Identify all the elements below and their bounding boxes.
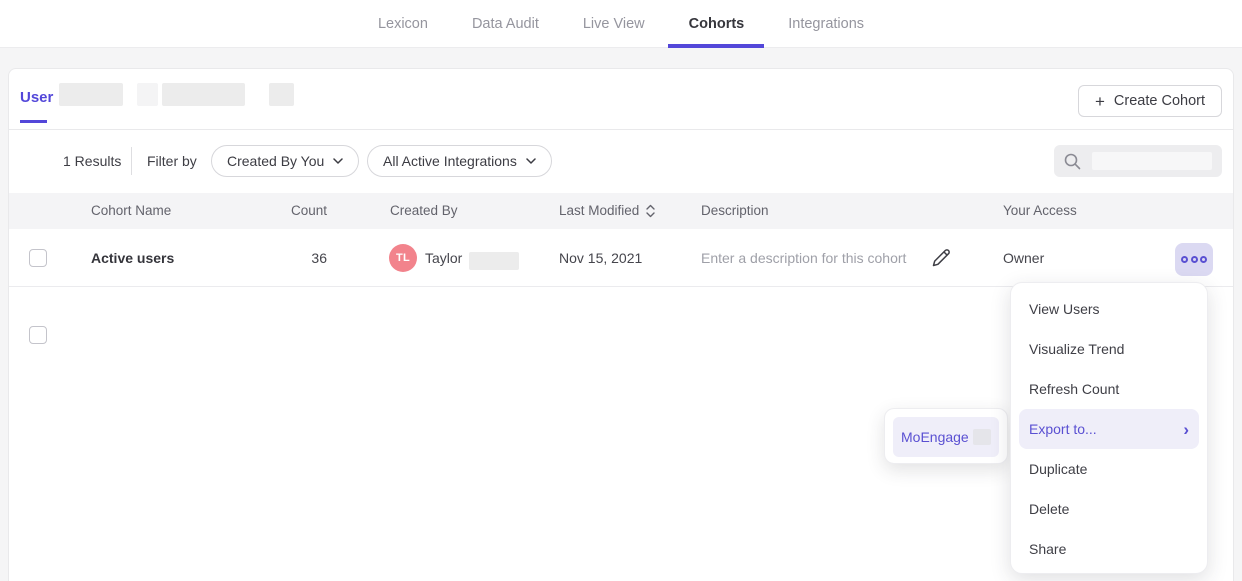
table-header-row: Cohort Name Count Created By Last Modifi… xyxy=(9,193,1233,229)
cohort-context-menu: View Users Visualize Trend Refresh Count… xyxy=(1010,282,1208,574)
results-count: 1 Results xyxy=(63,153,121,169)
created-by-filter-dropdown[interactable]: Created By You xyxy=(211,145,359,177)
column-header-count[interactable]: Count xyxy=(249,203,327,218)
more-options-icon xyxy=(1191,256,1198,263)
tab-lexicon[interactable]: Lexicon xyxy=(378,0,428,48)
chevron-down-icon xyxy=(333,158,343,164)
last-modified-date: Nov 15, 2021 xyxy=(559,250,642,266)
user-tab-underline xyxy=(20,120,47,123)
divider xyxy=(131,147,132,175)
sort-icon[interactable] xyxy=(646,204,655,218)
column-header-your-access: Your Access xyxy=(1003,203,1077,218)
menu-item-view-users[interactable]: View Users xyxy=(1019,289,1199,329)
menu-item-label: View Users xyxy=(1029,289,1100,329)
menu-item-label: Delete xyxy=(1029,489,1069,529)
menu-item-refresh-count[interactable]: Refresh Count xyxy=(1019,369,1199,409)
tab-live-view[interactable]: Live View xyxy=(583,0,645,48)
redacted-tab xyxy=(269,83,294,106)
tab-label: Live View xyxy=(583,16,645,32)
chevron-right-icon: › xyxy=(1183,421,1189,438)
search-input[interactable] xyxy=(1054,145,1222,177)
last-modified-label: Last Modified xyxy=(559,203,639,218)
integrations-filter-value: All Active Integrations xyxy=(383,153,517,169)
description-placeholder[interactable]: Enter a description for this cohort xyxy=(701,250,906,266)
top-navigation: Lexicon Data Audit Live View Cohorts Int… xyxy=(0,0,1242,48)
tabs-divider xyxy=(9,129,1233,130)
tab-label: Cohorts xyxy=(689,16,745,32)
row-checkbox[interactable] xyxy=(29,249,47,267)
redacted-creator-surname xyxy=(469,252,519,270)
redacted-tab xyxy=(59,83,123,106)
menu-item-export-to[interactable]: Export to... › xyxy=(1019,409,1199,449)
active-tab-underline xyxy=(668,44,764,48)
tab-label: Integrations xyxy=(788,16,864,32)
plus-icon: + xyxy=(1095,93,1105,110)
export-submenu: MoEngage xyxy=(884,408,1008,464)
create-cohort-label: Create Cohort xyxy=(1114,93,1205,109)
column-header-last-modified[interactable]: Last Modified xyxy=(559,203,655,218)
menu-item-label: Export to... xyxy=(1029,409,1097,449)
menu-item-label: Share xyxy=(1029,529,1066,569)
menu-item-visualize-trend[interactable]: Visualize Trend xyxy=(1019,329,1199,369)
menu-item-share[interactable]: Share xyxy=(1019,529,1199,569)
column-header-description: Description xyxy=(701,203,769,218)
chevron-down-icon xyxy=(526,158,536,164)
tab-label: Data Audit xyxy=(472,16,539,32)
submenu-item-moengage[interactable]: MoEngage xyxy=(893,417,999,457)
column-header-cohort-name[interactable]: Cohort Name xyxy=(91,203,171,218)
row-actions-button[interactable] xyxy=(1175,243,1213,276)
filter-by-label: Filter by xyxy=(147,153,197,169)
table-row: Active users 36 TL Taylor Nov 15, 2021 E… xyxy=(9,229,1233,287)
create-cohort-button[interactable]: + Create Cohort xyxy=(1078,85,1222,117)
more-options-icon xyxy=(1181,256,1188,263)
select-all-checkbox[interactable] xyxy=(29,326,47,344)
more-options-icon xyxy=(1200,256,1207,263)
menu-item-label: Duplicate xyxy=(1029,449,1087,489)
tab-cohorts[interactable]: Cohorts xyxy=(689,0,745,48)
tab-user-cohorts[interactable]: User xyxy=(20,89,53,106)
tab-data-audit[interactable]: Data Audit xyxy=(472,0,539,48)
access-level: Owner xyxy=(1003,250,1044,266)
menu-item-duplicate[interactable]: Duplicate xyxy=(1019,449,1199,489)
redacted-tab xyxy=(162,83,245,106)
menu-item-label: Refresh Count xyxy=(1029,369,1119,409)
tab-integrations[interactable]: Integrations xyxy=(788,0,864,48)
created-by-filter-value: Created By You xyxy=(227,153,324,169)
avatar: TL xyxy=(389,244,417,272)
tab-label: Lexicon xyxy=(378,16,428,32)
column-header-created-by[interactable]: Created By xyxy=(390,203,458,218)
cohort-name-link[interactable]: Active users xyxy=(91,250,174,266)
integrations-filter-dropdown[interactable]: All Active Integrations xyxy=(367,145,552,177)
menu-item-label: Visualize Trend xyxy=(1029,329,1124,369)
redacted-search-text xyxy=(1092,152,1212,170)
created-by-name: Taylor xyxy=(425,250,462,266)
edit-description-icon[interactable] xyxy=(929,246,953,270)
menu-item-delete[interactable]: Delete xyxy=(1019,489,1199,529)
search-icon xyxy=(1063,152,1082,171)
cohort-count: 36 xyxy=(249,250,327,266)
redacted-text xyxy=(973,429,991,445)
moengage-label: MoEngage xyxy=(901,429,969,445)
redacted-tab xyxy=(137,83,158,106)
